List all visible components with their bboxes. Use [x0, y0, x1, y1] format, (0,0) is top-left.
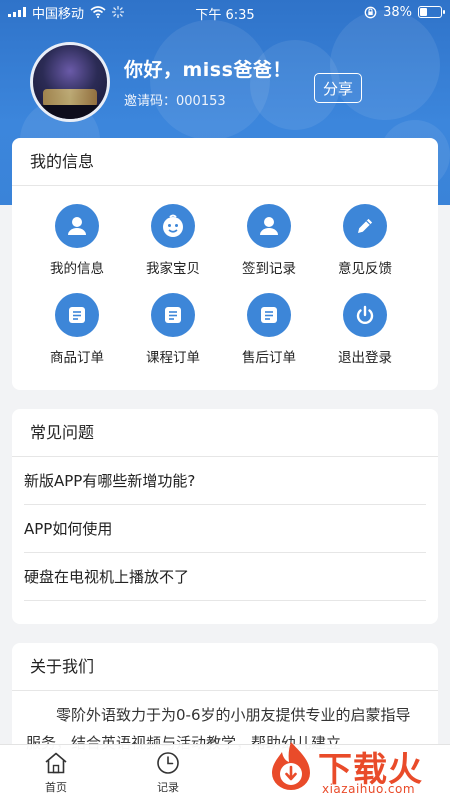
- faq-item[interactable]: APP如何使用: [24, 505, 426, 553]
- my-info-card: 我的信息 我的信息 我家宝贝 签到记录 意见反馈 商品订单 课程订单 售后订单: [12, 138, 438, 390]
- home-icon: [45, 752, 67, 774]
- avatar[interactable]: [30, 42, 110, 122]
- tab-records-label: 记录: [157, 781, 179, 794]
- tab-home[interactable]: 首页: [0, 745, 112, 800]
- menu-label: 签到记录: [242, 261, 296, 277]
- baby-face-icon: [163, 214, 183, 237]
- watermark-url: xiazaihuo.com: [322, 782, 416, 796]
- menu-label: 退出登录: [338, 350, 392, 366]
- share-button[interactable]: 分享: [314, 73, 362, 103]
- status-bar: 中国移动 下午 6:35 38%: [0, 0, 450, 24]
- person-icon: [68, 217, 86, 235]
- menu-my-info[interactable]: 我的信息: [29, 204, 125, 277]
- tab-home-label: 首页: [45, 781, 67, 794]
- faq-item[interactable]: 硬盘在电视机上播放不了: [24, 553, 426, 601]
- document-icon: [69, 307, 85, 323]
- person-icon: [260, 217, 278, 235]
- invite-code-line: 邀请码：000153: [124, 90, 292, 109]
- loading-icon: [112, 6, 125, 18]
- my-info-grid: 我的信息 我家宝贝 签到记录 意见反馈 商品订单 课程订单 售后订单 退出登录: [12, 186, 438, 366]
- document-icon: [165, 307, 181, 323]
- clock-icon: [157, 752, 179, 774]
- profile-section: 你好，miss爸爸！ 邀请码：000153: [30, 42, 292, 122]
- greeting-text: 你好，miss爸爸！: [124, 59, 292, 81]
- battery-icon: [418, 6, 445, 18]
- menu-aftersales-orders[interactable]: 售后订单: [221, 293, 317, 366]
- invite-code: 000153: [176, 94, 226, 109]
- menu-label: 课程订单: [146, 350, 200, 366]
- menu-course-orders[interactable]: 课程订单: [125, 293, 221, 366]
- rotation-lock-icon: [364, 6, 377, 18]
- invite-label: 邀请码：: [124, 94, 177, 109]
- menu-checkin-records[interactable]: 签到记录: [221, 204, 317, 277]
- menu-product-orders[interactable]: 商品订单: [29, 293, 125, 366]
- menu-feedback[interactable]: 意见反馈: [317, 204, 413, 277]
- faq-item[interactable]: 新版APP有哪些新增功能?: [24, 457, 426, 505]
- menu-label: 我家宝贝: [146, 261, 200, 277]
- menu-logout[interactable]: 退出登录: [317, 293, 413, 366]
- power-icon: [356, 305, 374, 325]
- about-title: 关于我们: [12, 643, 438, 691]
- watermark-logo: 下载火 xiazaihuo.com: [264, 740, 450, 800]
- document-icon: [261, 307, 277, 323]
- faq-title: 常见问题: [12, 409, 438, 457]
- menu-label: 售后订单: [242, 350, 296, 366]
- wifi-icon: [90, 6, 106, 18]
- menu-label: 意见反馈: [338, 261, 392, 277]
- faq-card: 常见问题 新版APP有哪些新增功能? APP如何使用 硬盘在电视机上播放不了: [12, 409, 438, 624]
- my-info-title: 我的信息: [12, 138, 438, 186]
- menu-label: 我的信息: [50, 261, 104, 277]
- signal-icon: [8, 7, 26, 17]
- menu-label: 商品订单: [50, 350, 104, 366]
- tab-records[interactable]: 记录: [112, 745, 224, 800]
- pencil-icon: [358, 218, 373, 233]
- battery-percent: 38%: [383, 4, 412, 20]
- download-fire-icon: [272, 742, 310, 790]
- carrier-name: 中国移动: [32, 6, 85, 22]
- menu-my-baby[interactable]: 我家宝贝: [125, 204, 221, 277]
